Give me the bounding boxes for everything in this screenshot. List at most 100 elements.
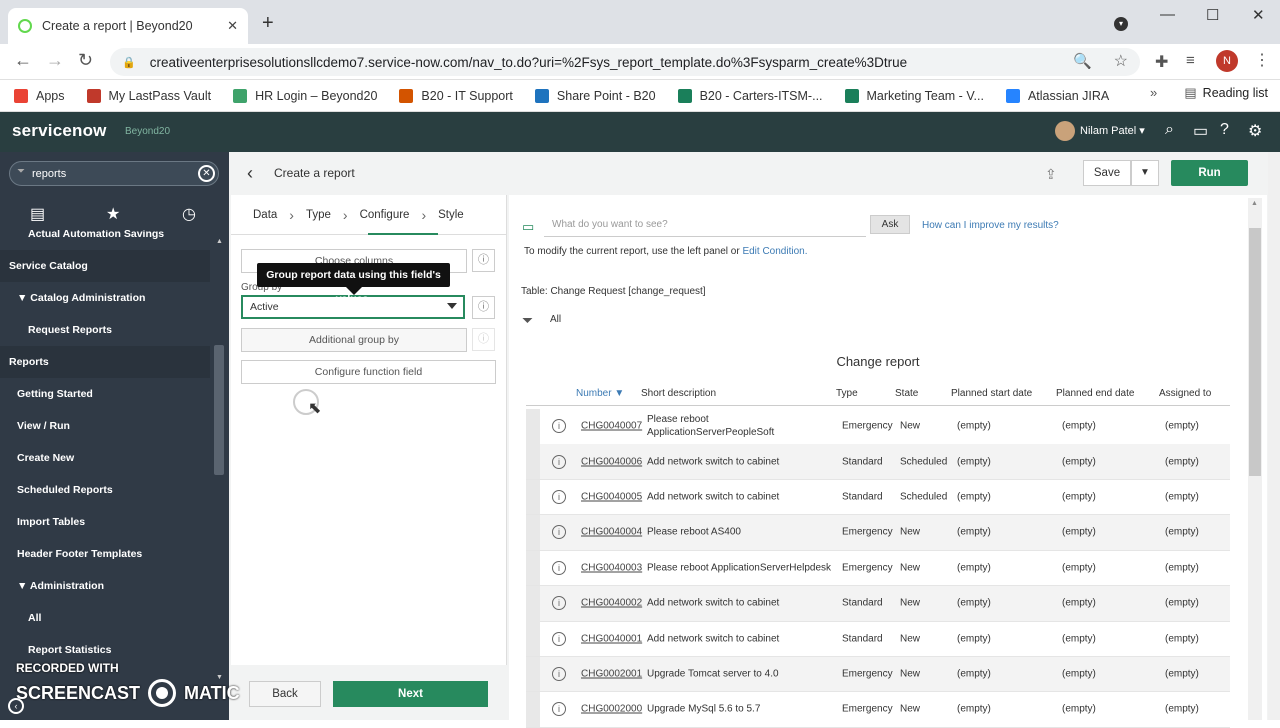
record-number-link[interactable]: CHG0002000 [581, 704, 642, 715]
forward-icon[interactable]: → [46, 50, 64, 71]
table-row[interactable]: i CHG0002000 Upgrade MySql 5.6 to 5.7 Emerg… [526, 692, 1230, 728]
user-avatar[interactable] [1055, 121, 1075, 141]
close-tab-icon[interactable]: ✕ [227, 18, 238, 34]
page-scrollbar[interactable] [1268, 152, 1280, 720]
record-info-icon[interactable]: i [552, 560, 566, 575]
record-number-link[interactable]: CHG0040004 [581, 527, 642, 538]
preview-scroll-thumb[interactable] [1249, 228, 1261, 476]
filter-icon[interactable]: ⏷ [522, 312, 533, 329]
table-row[interactable]: i CHG0040002 Add network switch to cabinet… [526, 586, 1230, 622]
next-button[interactable]: Next [333, 681, 488, 707]
bookmark-item[interactable]: B20 - Carters-ITSM-... [677, 88, 823, 103]
navigator-item[interactable]: Getting Started [0, 378, 210, 410]
table-row[interactable]: i CHG0040007 Please reboot ApplicationServ… [526, 409, 1230, 445]
ask-button[interactable]: Ask [870, 215, 910, 234]
record-info-icon[interactable]: i [552, 525, 566, 540]
navigator-item[interactable]: All [0, 602, 210, 634]
record-info-icon[interactable]: i [552, 490, 566, 505]
navigator-section[interactable]: Service Catalog [0, 250, 210, 282]
star-icon[interactable]: ☆ [1114, 51, 1128, 71]
navigator-item[interactable]: Import Tables [0, 506, 210, 538]
column-header[interactable]: Planned end date [1056, 388, 1134, 399]
maximize-icon[interactable]: ☐ [1206, 6, 1219, 24]
record-number-link[interactable]: CHG0040007 [581, 421, 642, 432]
back-chevron-icon[interactable]: ‹ [247, 163, 253, 184]
record-info-icon[interactable]: i [552, 667, 566, 682]
servicenow-logo[interactable]: servicenow [12, 121, 107, 141]
bookmark-item[interactable]: Share Point - B20 [534, 88, 656, 103]
step-data[interactable]: Data [253, 209, 277, 221]
step-configure[interactable]: Configure [360, 209, 410, 221]
navigator-scroll-thumb[interactable] [214, 345, 224, 475]
profile-avatar[interactable]: N [1216, 50, 1238, 72]
connect-chat-icon[interactable]: ▭ [1193, 121, 1208, 141]
nlq-input[interactable]: What do you want to see? [544, 213, 866, 237]
reading-list[interactable]: ▤ Reading list [1184, 85, 1268, 101]
additional-group-by-button[interactable]: Additional group by [241, 328, 467, 352]
column-header[interactable]: Number ▼ [576, 388, 624, 399]
url-bar[interactable]: 🔒 creativeenterprisesolutionsllcdemo7.se… [110, 48, 1140, 76]
navigator-filter-input[interactable]: ⏷ reports [9, 161, 219, 186]
record-number-link[interactable]: CHG0040001 [581, 633, 642, 644]
collapse-navigator-icon[interactable]: ‹ [8, 698, 24, 714]
step-style[interactable]: Style [438, 209, 464, 221]
favorites-star-icon[interactable]: ★ [106, 204, 120, 224]
navigator-item[interactable]: Actual Automation Savings [0, 230, 210, 250]
bookmark-item[interactable]: HR Login – Beyond20 [233, 88, 377, 103]
browser-tab[interactable]: Create a report | Beyond20 ✕ [8, 8, 248, 44]
table-row[interactable]: i CHG0002001 Upgrade Tomcat server to 4.0 E… [526, 656, 1230, 693]
navigator-section[interactable]: Reports [0, 346, 210, 378]
navigator-item[interactable]: Header Footer Templates [0, 538, 210, 570]
reload-icon[interactable]: ↻ [78, 50, 93, 71]
scroll-up-icon[interactable]: ▲ [1251, 200, 1258, 207]
bookmark-item[interactable]: Atlassian JIRA [1005, 88, 1109, 103]
bookmark-item[interactable]: Apps [14, 88, 65, 103]
navigator-item[interactable]: ▼ Administration [0, 570, 210, 602]
media-icon[interactable]: ≡ [1186, 52, 1195, 69]
minimize-icon[interactable]: — [1160, 6, 1175, 23]
bookmark-item[interactable]: My LastPass Vault [86, 88, 211, 103]
navigator-item[interactable]: ▼ Catalog Administration [0, 282, 210, 314]
edit-condition-link[interactable]: Edit Condition. [742, 246, 807, 257]
record-info-icon[interactable]: i [552, 596, 566, 611]
column-header[interactable]: State [895, 388, 918, 399]
table-row[interactable]: i CHG0040005 Add network switch to cabinet… [526, 479, 1230, 516]
save-button[interactable]: Save [1083, 160, 1131, 186]
record-info-icon[interactable]: i [552, 454, 566, 469]
bookmark-item[interactable]: Marketing Team - V... [844, 88, 984, 103]
table-row[interactable]: i CHG0040001 Add network switch to cabinet… [526, 621, 1230, 657]
column-header[interactable]: Short description [641, 388, 716, 399]
navigator-item[interactable]: Create New [0, 442, 210, 474]
history-clock-icon[interactable]: ◷ [182, 204, 196, 224]
settings-gear-icon[interactable]: ⚙ [1248, 121, 1262, 141]
record-number-link[interactable]: CHG0040003 [581, 562, 642, 573]
column-header[interactable]: Assigned to [1159, 388, 1211, 399]
record-number-link[interactable]: CHG0040002 [581, 598, 642, 609]
tab-search-icon[interactable]: ▾ [1114, 17, 1128, 31]
help-icon[interactable]: ? [1220, 121, 1229, 139]
record-number-link[interactable]: CHG0040006 [581, 456, 642, 467]
configure-function-field-button[interactable]: Configure function field [241, 360, 496, 384]
bookmarks-overflow-icon[interactable]: » [1150, 85, 1157, 100]
all-apps-icon[interactable]: ▤ [30, 204, 45, 224]
step-type[interactable]: Type [306, 209, 331, 221]
navigator-item[interactable]: Scheduled Reports [0, 474, 210, 506]
close-window-icon[interactable]: ✕ [1252, 6, 1265, 24]
info-icon[interactable]: ⓘ [472, 249, 495, 272]
navigator-item[interactable]: View / Run [0, 410, 210, 442]
back-button[interactable]: Back [249, 681, 321, 707]
record-number-link[interactable]: CHG0002001 [581, 669, 642, 680]
save-options-dropdown[interactable]: ▼ [1131, 160, 1159, 186]
run-button[interactable]: Run [1171, 160, 1248, 186]
bookmark-item[interactable]: B20 - IT Support [399, 88, 513, 103]
extensions-icon[interactable]: ✚ [1155, 52, 1168, 72]
zoom-icon[interactable]: 🔍 [1073, 52, 1092, 70]
scroll-up-icon[interactable]: ▲ [216, 238, 223, 245]
table-row[interactable]: i CHG0040003 Please reboot ApplicationServ… [526, 550, 1230, 587]
navigator-item[interactable]: Request Reports [0, 314, 210, 346]
back-icon[interactable]: ← [14, 50, 32, 71]
filter-breadcrumb[interactable]: All [550, 314, 561, 325]
browser-menu-icon[interactable]: ⋮ [1254, 50, 1270, 70]
user-menu[interactable]: Nilam Patel ▾ [1080, 124, 1145, 137]
record-number-link[interactable]: CHG0040005 [581, 492, 642, 503]
